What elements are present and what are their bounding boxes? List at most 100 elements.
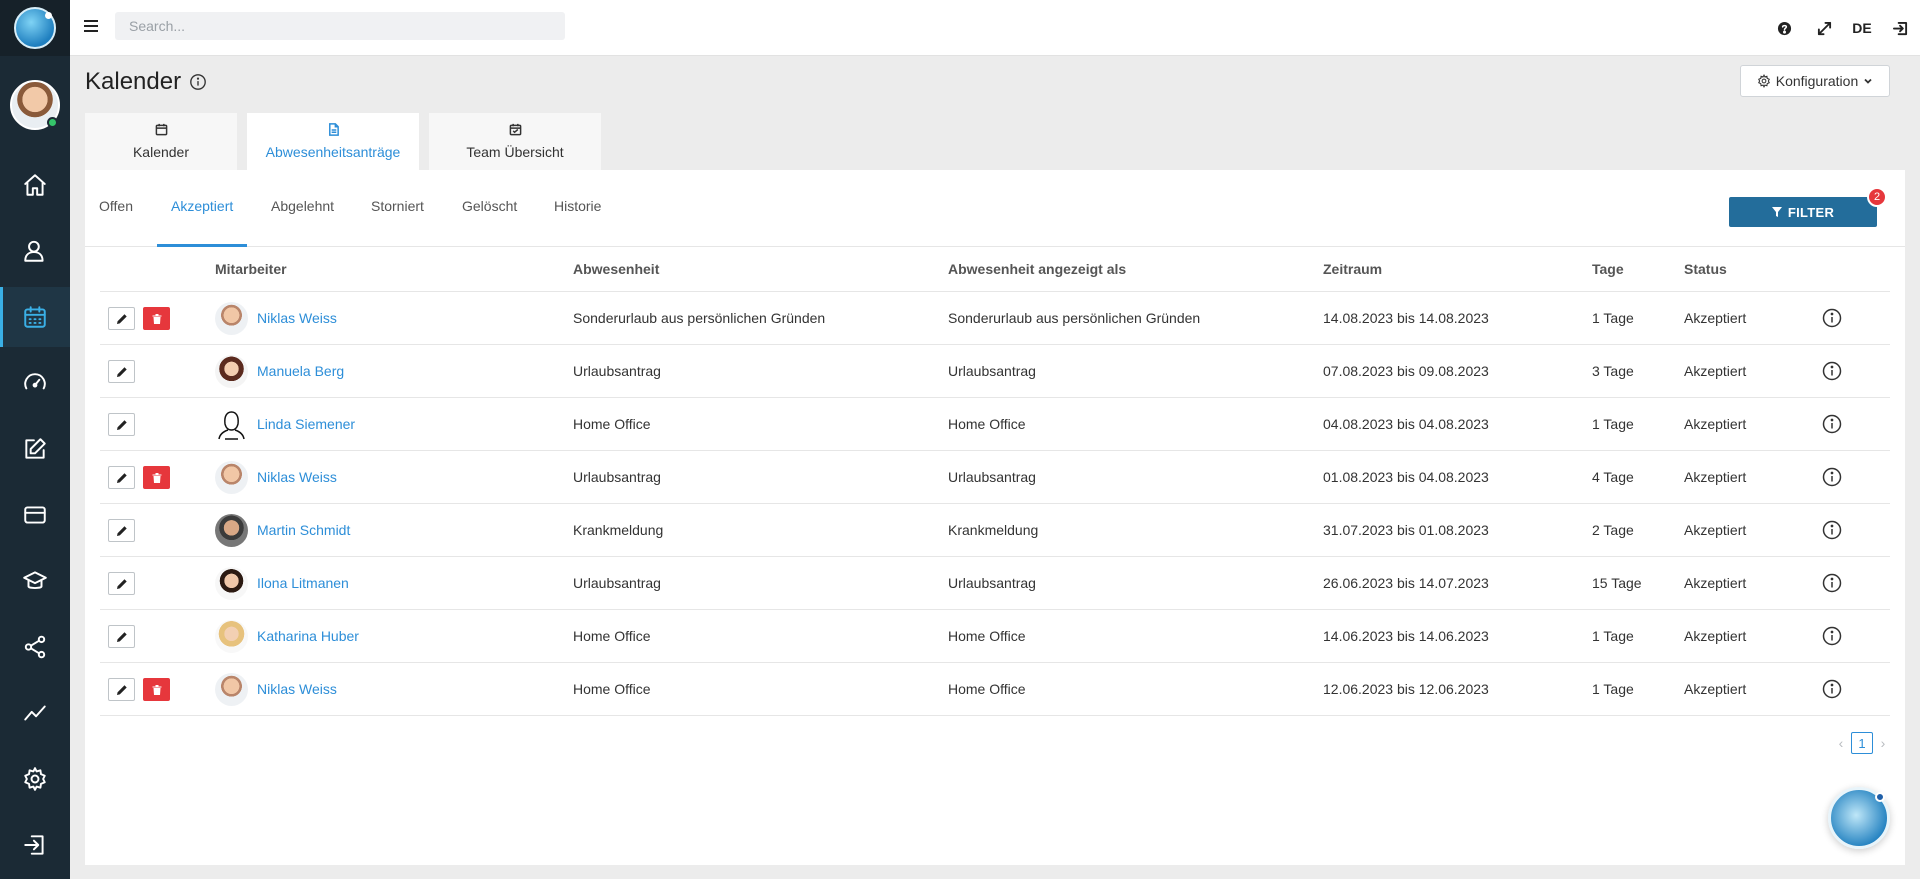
chat-assistant-button[interactable]: [1828, 787, 1890, 849]
cell-angezeigt: Sonderurlaub aus persönlichen Gründen: [948, 310, 1201, 326]
header-zeitraum[interactable]: Zeitraum: [1323, 247, 1382, 292]
fullscreen-button[interactable]: [1804, 0, 1844, 56]
row-info-button[interactable]: [1822, 679, 1842, 699]
row-info-button[interactable]: [1822, 467, 1842, 487]
row-info-button[interactable]: [1822, 361, 1842, 381]
avatar: [215, 567, 248, 600]
delete-button[interactable]: [143, 307, 170, 330]
nav-home[interactable]: [0, 155, 70, 215]
logout-button[interactable]: [1880, 0, 1920, 56]
edit-button[interactable]: [108, 307, 135, 330]
trash-icon: [152, 472, 161, 483]
edit-button[interactable]: [108, 625, 135, 648]
pencil-icon: [116, 419, 127, 430]
nav-calendar[interactable]: [0, 287, 70, 347]
help-button[interactable]: [1764, 0, 1804, 56]
nav-academy[interactable]: [0, 551, 70, 611]
table-row: Martin Schmidt Krankmeldung Krankmeldung…: [100, 504, 1890, 557]
row-info-button[interactable]: [1822, 308, 1842, 328]
info-icon: [1822, 361, 1842, 381]
employee-link[interactable]: Niklas Weiss: [257, 663, 337, 716]
edit-button[interactable]: [108, 413, 135, 436]
delete-button[interactable]: [143, 678, 170, 701]
employee-link[interactable]: Manuela Berg: [257, 345, 344, 398]
avatar: [215, 620, 248, 653]
nav-share[interactable]: [0, 617, 70, 677]
nav-dashboard[interactable]: [0, 353, 70, 413]
cell-tage: 2 Tage: [1592, 522, 1634, 538]
edit-button[interactable]: [108, 572, 135, 595]
tab-abwesenheitsantraege[interactable]: Abwesenheitsanträge: [247, 113, 419, 170]
edit-icon: [25, 438, 46, 459]
subtab-historie[interactable]: Historie: [554, 170, 601, 247]
employee-link[interactable]: Linda Siemener: [257, 398, 355, 451]
language-switch[interactable]: DE: [1844, 20, 1880, 36]
nav-settings[interactable]: [0, 749, 70, 809]
help-icon: [1777, 21, 1791, 35]
employee-link[interactable]: Martin Schmidt: [257, 504, 350, 557]
nav-employees[interactable]: [0, 221, 70, 281]
app-logo[interactable]: [0, 0, 70, 56]
row-info-button[interactable]: [1822, 520, 1842, 540]
calendar-icon: [155, 123, 167, 136]
cell-angezeigt: Krankmeldung: [948, 522, 1039, 538]
header-abwesenheit[interactable]: Abwesenheit: [573, 247, 659, 292]
pagination-next[interactable]: ›: [1873, 735, 1893, 751]
speedometer-icon: [24, 373, 46, 390]
topbar: DE: [70, 0, 1920, 56]
tab-kalender[interactable]: Kalender: [85, 113, 237, 170]
employee-link[interactable]: Katharina Huber: [257, 610, 359, 663]
header-status[interactable]: Status: [1684, 247, 1727, 292]
subtab-storniert[interactable]: Storniert: [371, 170, 424, 247]
info-icon: [1822, 308, 1842, 328]
subtab-offen[interactable]: Offen: [99, 170, 133, 247]
info-icon[interactable]: [189, 73, 207, 91]
tab-label: Kalender: [132, 144, 190, 160]
header-mitarbeiter[interactable]: Mitarbeiter: [215, 247, 287, 292]
cell-abwesenheit: Sonderurlaub aus persönlichen Gründen: [573, 310, 826, 326]
cell-tage: 4 Tage: [1592, 469, 1634, 485]
user-avatar[interactable]: [10, 80, 60, 130]
row-info-button[interactable]: [1822, 626, 1842, 646]
cell-zeitraum: 31.07.2023 bis 01.08.2023: [1323, 522, 1489, 538]
edit-button[interactable]: [108, 360, 135, 383]
menu-toggle-icon[interactable]: [84, 20, 98, 32]
nav-edit[interactable]: [0, 419, 70, 479]
requests-table: Mitarbeiter Abwesenheit Abwesenheit ange…: [100, 247, 1890, 716]
edit-button[interactable]: [108, 466, 135, 489]
subtab-geloescht[interactable]: Gelöscht: [462, 170, 517, 247]
row-info-button[interactable]: [1822, 414, 1842, 434]
header-angezeigt[interactable]: Abwesenheit angezeigt als: [948, 247, 1126, 292]
row-info-button[interactable]: [1822, 573, 1842, 593]
cell-tage: 1 Tage: [1592, 681, 1634, 697]
subtab-akzeptiert[interactable]: Akzeptiert: [157, 170, 248, 247]
tab-label: Team Übersicht: [466, 144, 564, 160]
nav-analytics[interactable]: [0, 683, 70, 743]
pagination-page-current[interactable]: 1: [1851, 732, 1873, 754]
cell-abwesenheit: Urlaubsantrag: [573, 363, 661, 379]
configuration-button[interactable]: Konfiguration: [1740, 65, 1890, 97]
trash-icon: [152, 313, 161, 324]
cell-abwesenheit: Home Office: [573, 681, 651, 697]
cell-tage: 3 Tage: [1592, 363, 1634, 379]
pencil-icon: [116, 366, 127, 377]
employee-link[interactable]: Niklas Weiss: [257, 451, 337, 504]
nav-logout[interactable]: [0, 815, 70, 875]
table-row: Katharina Huber Home Office Home Office …: [100, 610, 1890, 663]
tab-team-uebersicht[interactable]: Team Übersicht: [429, 113, 601, 170]
cell-angezeigt: Urlaubsantrag: [948, 575, 1036, 591]
cell-status: Akzeptiert: [1684, 522, 1747, 538]
filter-button[interactable]: FILTER: [1729, 197, 1877, 227]
search-input[interactable]: [115, 12, 565, 40]
delete-button[interactable]: [143, 466, 170, 489]
edit-button[interactable]: [108, 678, 135, 701]
pagination-prev[interactable]: ‹: [1831, 735, 1851, 751]
header-tage[interactable]: Tage: [1592, 247, 1624, 292]
employee-link[interactable]: Niklas Weiss: [257, 292, 337, 345]
subtab-abgelehnt[interactable]: Abgelehnt: [271, 170, 334, 247]
edit-button[interactable]: [108, 519, 135, 542]
nav-payments[interactable]: [0, 485, 70, 545]
cell-abwesenheit: Urlaubsantrag: [573, 469, 661, 485]
employee-link[interactable]: Ilona Litmanen: [257, 557, 349, 610]
pencil-icon: [116, 631, 127, 642]
